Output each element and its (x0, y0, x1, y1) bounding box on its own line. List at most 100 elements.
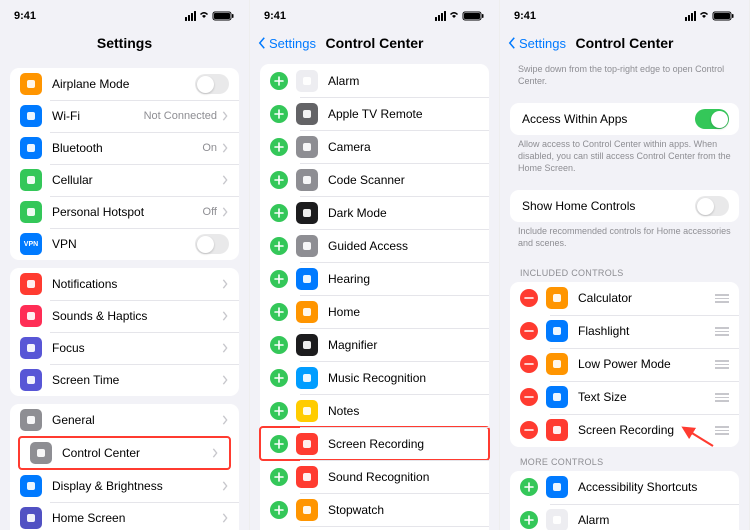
included-row-calculator[interactable]: Calculator (510, 282, 739, 315)
remove-icon[interactable] (520, 388, 538, 406)
toggle-show-home[interactable] (695, 196, 729, 216)
add-icon[interactable] (270, 402, 288, 420)
row-icon (20, 169, 42, 191)
navbar: Settings (0, 26, 249, 60)
add-icon[interactable] (270, 369, 288, 387)
toggle[interactable] (195, 234, 229, 254)
add-control-row-camera[interactable]: Camera (260, 130, 489, 163)
group-general: General Control Center Display & Brightnes… (10, 404, 239, 530)
control-icon (546, 320, 568, 342)
settings-row-control-center[interactable]: Control Center (20, 438, 229, 468)
included-row-low-power-mode[interactable]: Low Power Mode (510, 348, 739, 381)
add-control-row-timer[interactable]: Timer (260, 526, 489, 530)
show-home-row[interactable]: Show Home Controls (510, 190, 739, 222)
reorder-handle-icon[interactable] (715, 393, 729, 402)
status-time: 9:41 (514, 10, 536, 22)
back-button[interactable]: Settings (506, 36, 566, 51)
remove-icon[interactable] (520, 322, 538, 340)
toggle[interactable] (195, 74, 229, 94)
row-label: General (52, 413, 221, 427)
add-icon[interactable] (270, 171, 288, 189)
add-icon[interactable] (520, 511, 538, 529)
chevron-right-icon (221, 207, 229, 217)
add-control-row-music-recognition[interactable]: Music Recognition (260, 361, 489, 394)
reorder-handle-icon[interactable] (715, 327, 729, 336)
back-button[interactable]: Settings (256, 36, 316, 51)
remove-icon[interactable] (520, 289, 538, 307)
row-icon (30, 442, 52, 464)
reorder-handle-icon[interactable] (715, 360, 729, 369)
add-icon[interactable] (270, 303, 288, 321)
settings-row-wi-fi[interactable]: Wi-FiNot Connected (10, 100, 239, 132)
included-row-text-size[interactable]: Text Size (510, 381, 739, 414)
add-icon[interactable] (270, 435, 288, 453)
add-icon[interactable] (270, 270, 288, 288)
detail-value: Off (203, 206, 217, 218)
settings-row-bluetooth[interactable]: BluetoothOn (10, 132, 239, 164)
row-label: Airplane Mode (52, 77, 195, 91)
add-icon[interactable] (270, 468, 288, 486)
row-label: Display & Brightness (52, 479, 221, 493)
row-icon (20, 105, 42, 127)
remove-icon[interactable] (520, 421, 538, 439)
settings-scroll[interactable]: Airplane Mode Wi-FiNot ConnectedBluetooth… (0, 60, 249, 530)
control-icon (296, 400, 318, 422)
add-icon[interactable] (270, 72, 288, 90)
section-included: INCLUDED CONTROLS (500, 258, 749, 282)
add-icon[interactable] (270, 501, 288, 519)
add-icon[interactable] (520, 478, 538, 496)
reorder-handle-icon[interactable] (715, 294, 729, 303)
settings-row-display-brightness[interactable]: Display & Brightness (10, 470, 239, 502)
control-label: Stopwatch (328, 503, 479, 517)
add-icon[interactable] (270, 336, 288, 354)
toggle-access-within-apps[interactable] (695, 109, 729, 129)
status-bar: 9:41 (500, 6, 749, 26)
add-control-row-alarm[interactable]: Alarm (260, 64, 489, 97)
cc-scroll[interactable]: Alarm Apple TV RemoteCameraCode ScannerDa… (250, 60, 499, 530)
access-within-apps-row[interactable]: Access Within Apps (510, 103, 739, 135)
more-row-accessibility-shortcuts[interactable]: Accessibility Shortcuts (510, 471, 739, 504)
add-control-row-screen-recording[interactable]: Screen Recording (260, 427, 489, 460)
included-row-flashlight[interactable]: Flashlight (510, 315, 739, 348)
add-control-row-guided-access[interactable]: Guided Access (260, 229, 489, 262)
status-icons (685, 11, 735, 21)
add-icon[interactable] (270, 204, 288, 222)
settings-row-sounds-haptics[interactable]: Sounds & Haptics (10, 300, 239, 332)
remove-icon[interactable] (520, 355, 538, 373)
add-control-row-code-scanner[interactable]: Code Scanner (260, 163, 489, 196)
add-control-row-home[interactable]: Home (260, 295, 489, 328)
cc-scroll[interactable]: Swipe down from the top-right edge to op… (500, 60, 749, 530)
add-control-row-dark-mode[interactable]: Dark Mode (260, 196, 489, 229)
control-icon (296, 136, 318, 158)
settings-row-home-screen[interactable]: Home Screen (10, 502, 239, 530)
settings-row-screen-time[interactable]: Screen Time (10, 364, 239, 396)
label: Access Within Apps (522, 112, 695, 126)
navbar: Settings Control Center (250, 26, 499, 60)
add-control-row-notes[interactable]: Notes (260, 394, 489, 427)
add-icon[interactable] (270, 105, 288, 123)
control-label: Flashlight (578, 324, 715, 338)
reorder-handle-icon[interactable] (715, 426, 729, 435)
settings-row-vpn[interactable]: VPNVPN (10, 228, 239, 260)
add-control-row-stopwatch[interactable]: Stopwatch (260, 493, 489, 526)
add-control-row-magnifier[interactable]: Magnifier (260, 328, 489, 361)
settings-row-notifications[interactable]: Notifications (10, 268, 239, 300)
settings-row-airplane-mode[interactable]: Airplane Mode (10, 68, 239, 100)
status-time: 9:41 (264, 10, 286, 22)
control-label: Alarm (328, 74, 479, 88)
control-icon (296, 268, 318, 290)
add-control-row-hearing[interactable]: Hearing (260, 262, 489, 295)
add-icon[interactable] (270, 237, 288, 255)
settings-row-cellular[interactable]: Cellular (10, 164, 239, 196)
settings-row-personal-hotspot[interactable]: Personal HotspotOff (10, 196, 239, 228)
control-icon (296, 103, 318, 125)
control-label: Low Power Mode (578, 357, 715, 371)
control-icon (296, 466, 318, 488)
settings-row-general[interactable]: General (10, 404, 239, 436)
add-control-row-sound-recognition[interactable]: Sound Recognition (260, 460, 489, 493)
add-icon[interactable] (270, 138, 288, 156)
add-control-row-apple-tv-remote[interactable]: Apple TV Remote (260, 97, 489, 130)
control-icon (546, 476, 568, 498)
settings-row-focus[interactable]: Focus (10, 332, 239, 364)
more-row-alarm[interactable]: Alarm (510, 504, 739, 530)
